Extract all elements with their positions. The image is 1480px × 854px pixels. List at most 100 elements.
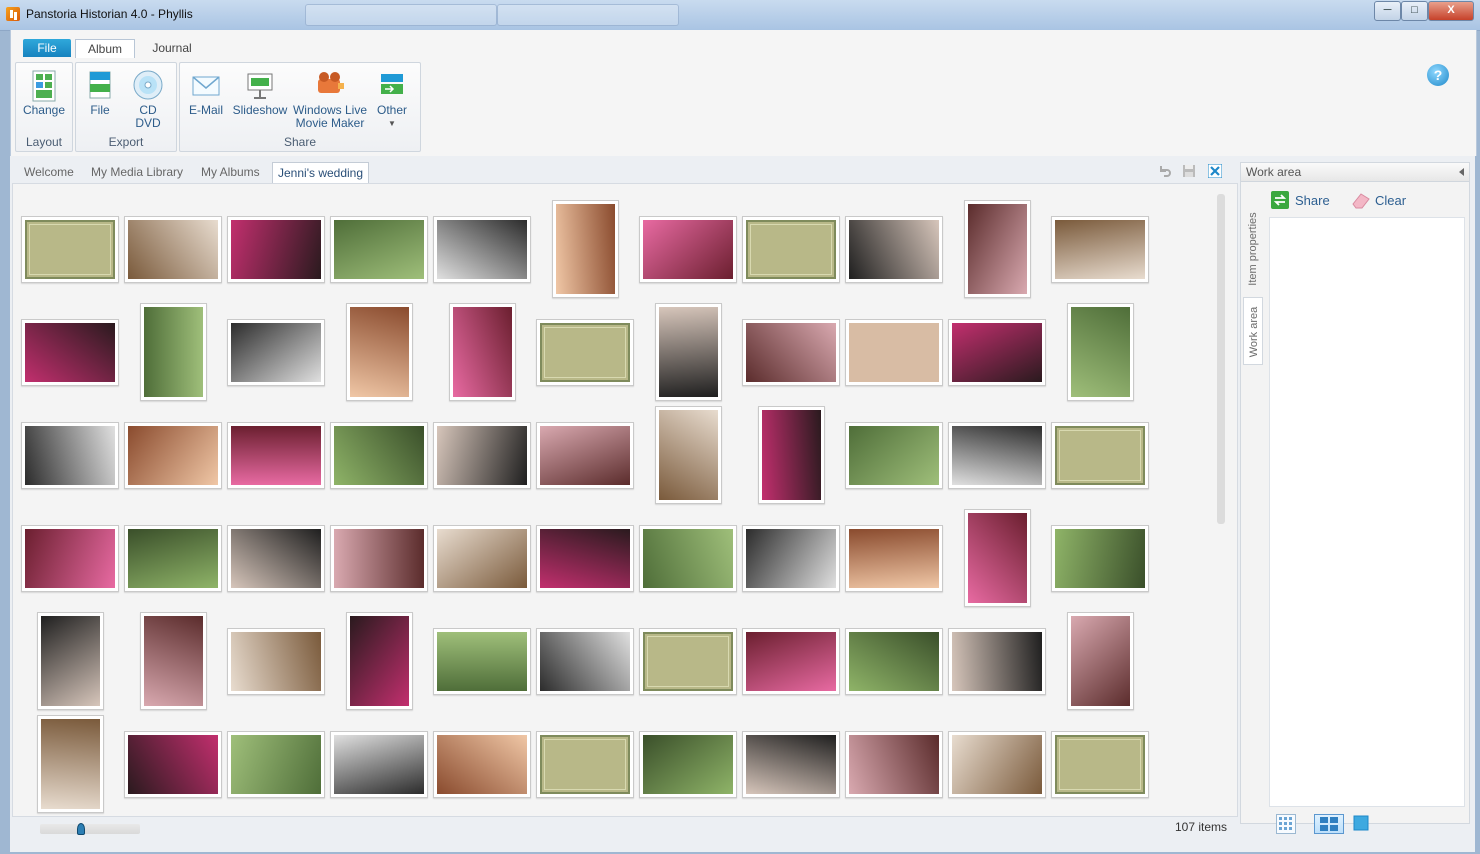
photo-thumbnail[interactable] bbox=[654, 406, 722, 504]
photo-thumbnail[interactable] bbox=[227, 627, 325, 695]
ribbon-tab-journal[interactable]: Journal bbox=[143, 39, 201, 57]
photo-thumbnail[interactable] bbox=[1066, 303, 1134, 401]
photo-thumbnail[interactable] bbox=[845, 524, 943, 592]
movie-maker-button[interactable]: Windows Live Movie Maker bbox=[292, 67, 368, 130]
photo-thumbnail[interactable] bbox=[433, 421, 531, 489]
photo-thumbnail[interactable] bbox=[227, 524, 325, 592]
clear-button[interactable]: Clear bbox=[1351, 193, 1406, 209]
album-page-thumbnail[interactable] bbox=[536, 318, 634, 386]
photo-thumbnail[interactable] bbox=[742, 524, 840, 592]
photo-thumbnail[interactable] bbox=[330, 421, 428, 489]
photo-thumbnail[interactable] bbox=[21, 524, 119, 592]
photo-thumbnail[interactable] bbox=[433, 215, 531, 283]
photo-thumbnail[interactable] bbox=[639, 215, 737, 283]
photo-thumbnail[interactable] bbox=[948, 627, 1046, 695]
photo-thumbnail[interactable] bbox=[536, 627, 634, 695]
export-file-button[interactable]: File bbox=[82, 67, 118, 117]
tab-item-properties[interactable]: Item properties bbox=[1243, 203, 1261, 299]
album-page-thumbnail[interactable] bbox=[742, 215, 840, 283]
photo-thumbnail[interactable] bbox=[124, 421, 222, 489]
tab-jennis-wedding[interactable]: Jenni's wedding bbox=[272, 162, 370, 183]
photo-thumbnail[interactable] bbox=[742, 730, 840, 798]
photo-thumbnail[interactable] bbox=[330, 730, 428, 798]
photo-thumbnail[interactable] bbox=[845, 215, 943, 283]
zoom-slider[interactable] bbox=[40, 823, 140, 835]
photo-thumbnail[interactable] bbox=[757, 406, 825, 504]
photo-thumbnail[interactable] bbox=[845, 318, 943, 386]
small-thumbnails-view-button[interactable] bbox=[1276, 814, 1296, 834]
photo-thumbnail[interactable] bbox=[845, 627, 943, 695]
share-button[interactable]: Share bbox=[1271, 191, 1330, 209]
photo-thumbnail[interactable] bbox=[139, 612, 207, 710]
gallery-scrollbar[interactable] bbox=[1216, 194, 1226, 806]
minimize-button[interactable]: ─ bbox=[1374, 1, 1401, 21]
photo-thumbnail[interactable] bbox=[654, 303, 722, 401]
work-area-dropzone[interactable] bbox=[1269, 217, 1465, 807]
photo-thumbnail[interactable] bbox=[742, 627, 840, 695]
photo-thumbnail[interactable] bbox=[1066, 612, 1134, 710]
photo-thumbnail[interactable] bbox=[639, 730, 737, 798]
photo-thumbnail[interactable] bbox=[448, 303, 516, 401]
photo-thumbnail[interactable] bbox=[1051, 524, 1149, 592]
large-thumbnails-view-button[interactable] bbox=[1352, 814, 1370, 832]
undo-icon[interactable] bbox=[1158, 164, 1172, 178]
photo-thumbnail[interactable] bbox=[948, 730, 1046, 798]
help-icon[interactable]: ? bbox=[1427, 64, 1449, 86]
maximize-button[interactable]: □ bbox=[1401, 1, 1428, 21]
medium-thumbnails-view-button[interactable] bbox=[1314, 814, 1344, 834]
photo-thumbnail[interactable] bbox=[21, 421, 119, 489]
photo-thumbnail[interactable] bbox=[36, 612, 104, 710]
album-page-thumbnail[interactable] bbox=[639, 627, 737, 695]
photo-thumbnail[interactable] bbox=[227, 730, 325, 798]
photo-thumbnail[interactable] bbox=[433, 730, 531, 798]
album-page-thumbnail[interactable] bbox=[1051, 421, 1149, 489]
slideshow-button[interactable]: Slideshow bbox=[232, 67, 288, 117]
photo-thumbnail[interactable] bbox=[963, 509, 1031, 607]
album-page-thumbnail[interactable] bbox=[21, 215, 119, 283]
collapse-arrow-icon[interactable] bbox=[1459, 168, 1464, 176]
photo-thumbnail[interactable] bbox=[742, 318, 840, 386]
photo-thumbnail[interactable] bbox=[536, 524, 634, 592]
close-button[interactable]: X bbox=[1428, 1, 1474, 21]
change-layout-button[interactable]: Change bbox=[20, 67, 68, 117]
photo-thumbnail[interactable] bbox=[139, 303, 207, 401]
close-tab-icon[interactable] bbox=[1207, 163, 1223, 179]
photo-thumbnail[interactable] bbox=[330, 524, 428, 592]
photo-thumbnail[interactable] bbox=[124, 730, 222, 798]
photo-thumbnail[interactable] bbox=[639, 524, 737, 592]
photo-thumbnail[interactable] bbox=[227, 421, 325, 489]
tab-work-area[interactable]: Work area bbox=[1243, 297, 1263, 365]
tab-my-albums[interactable]: My Albums bbox=[201, 162, 260, 182]
photo-thumbnail[interactable] bbox=[21, 318, 119, 386]
other-share-button[interactable]: Other ▼ bbox=[372, 67, 412, 130]
photo-thumbnail[interactable] bbox=[433, 524, 531, 592]
ribbon-tab-file[interactable]: File bbox=[23, 39, 71, 57]
background-window-tab[interactable] bbox=[497, 4, 679, 26]
photo-thumbnail[interactable] bbox=[948, 421, 1046, 489]
photo-thumbnail[interactable] bbox=[330, 215, 428, 283]
email-button[interactable]: E-Mail bbox=[186, 67, 226, 117]
photo-thumbnail[interactable] bbox=[124, 215, 222, 283]
tab-welcome[interactable]: Welcome bbox=[24, 162, 74, 182]
photo-thumbnail[interactable] bbox=[1051, 215, 1149, 283]
photo-thumbnail[interactable] bbox=[948, 318, 1046, 386]
photo-thumbnail[interactable] bbox=[227, 318, 325, 386]
save-icon[interactable] bbox=[1182, 164, 1196, 178]
ribbon-tab-album[interactable]: Album bbox=[75, 39, 135, 58]
photo-thumbnail[interactable] bbox=[36, 715, 104, 813]
photo-thumbnail[interactable] bbox=[845, 421, 943, 489]
background-window-tab[interactable] bbox=[305, 4, 497, 26]
photo-thumbnail[interactable] bbox=[536, 421, 634, 489]
photo-thumbnail[interactable] bbox=[433, 627, 531, 695]
photo-thumbnail[interactable] bbox=[345, 303, 413, 401]
photo-thumbnail[interactable] bbox=[551, 200, 619, 298]
zoom-slider-handle[interactable] bbox=[77, 823, 85, 835]
album-page-thumbnail[interactable] bbox=[1051, 730, 1149, 798]
scrollbar-thumb[interactable] bbox=[1217, 194, 1225, 524]
photo-thumbnail[interactable] bbox=[227, 215, 325, 283]
photo-thumbnail[interactable] bbox=[845, 730, 943, 798]
album-page-thumbnail[interactable] bbox=[536, 730, 634, 798]
export-cd-dvd-button[interactable]: CD DVD bbox=[128, 67, 168, 130]
photo-thumbnail[interactable] bbox=[963, 200, 1031, 298]
tab-my-media-library[interactable]: My Media Library bbox=[91, 162, 183, 182]
